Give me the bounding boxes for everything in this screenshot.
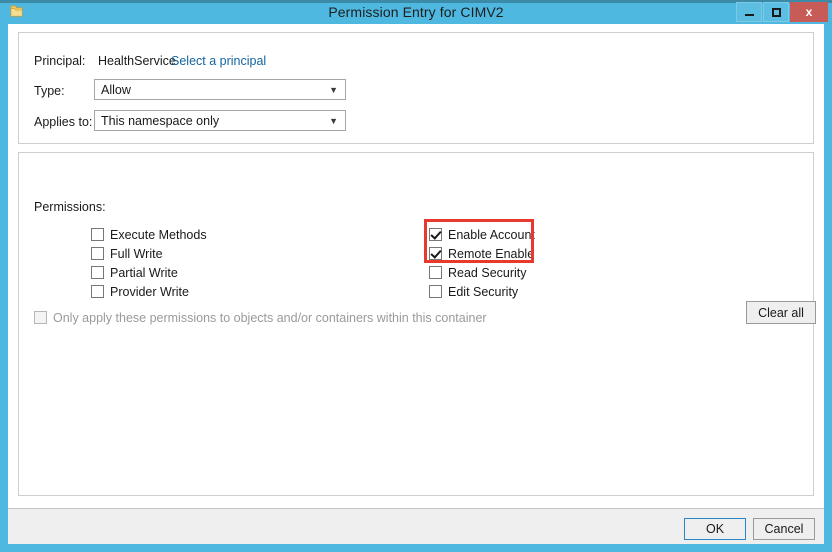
window-bottom-edge [0, 544, 832, 552]
principal-label: Principal: [34, 54, 86, 68]
checkbox-provider-write[interactable]: Provider Write [91, 282, 189, 301]
maximize-button[interactable] [763, 2, 789, 22]
applies-to-selected-value: This namespace only [101, 114, 220, 128]
cancel-button[interactable]: Cancel [753, 518, 815, 540]
checkbox-label: Remote Enable [448, 246, 535, 261]
checkbox-remote-enable[interactable]: Remote Enable [429, 244, 534, 263]
window-title: Permission Entry for CIMV2 [328, 4, 504, 20]
chevron-down-icon: ▼ [329, 84, 338, 95]
checkbox-read-security[interactable]: Read Security [429, 263, 527, 282]
checkbox-label: Full Write [110, 246, 163, 261]
select-a-principal-link[interactable]: Select a principal [171, 53, 266, 69]
applies-to-dropdown[interactable]: This namespace only ▼ [94, 110, 346, 131]
type-dropdown[interactable]: Allow ▼ [94, 79, 346, 100]
checkbox-box [429, 247, 442, 260]
checkbox-box [429, 228, 442, 241]
checkbox-box [91, 285, 104, 298]
maximize-icon [764, 3, 788, 21]
permission-entry-window: Permission Entry for CIMV2 x Principal: … [0, 0, 832, 552]
type-selected-value: Allow [101, 83, 131, 97]
permissions-group: Permissions: Execute Methods Full Write … [18, 152, 816, 496]
checkbox-label: Execute Methods [110, 227, 207, 242]
principal-group: Principal: HealthService Select a princi… [18, 32, 814, 144]
minimize-button[interactable] [736, 2, 762, 22]
applies-to-label: Applies to: [34, 115, 93, 129]
dialog-content: Principal: HealthService Select a princi… [8, 24, 824, 508]
checkbox-box [429, 266, 442, 279]
title-bar[interactable]: Permission Entry for CIMV2 x [0, 0, 832, 24]
clear-all-button[interactable]: Clear all [746, 301, 816, 324]
checkbox-label: Partial Write [110, 265, 178, 280]
checkbox-edit-security[interactable]: Edit Security [429, 282, 518, 301]
dialog-footer: OK Cancel [8, 509, 824, 544]
principal-value: HealthService [98, 54, 176, 68]
checkbox-box [429, 285, 442, 298]
checkbox-box [91, 228, 104, 241]
checkbox-label: Read Security [448, 265, 527, 280]
checkbox-box [91, 266, 104, 279]
checkbox-label: Edit Security [448, 284, 519, 299]
minimize-icon [737, 3, 761, 21]
checkbox-partial-write[interactable]: Partial Write [91, 263, 178, 282]
close-icon: x [805, 5, 813, 19]
checkbox-enable-account[interactable]: Enable Account [429, 225, 535, 244]
checkbox-execute-methods[interactable]: Execute Methods [91, 225, 207, 244]
ok-button[interactable]: OK [684, 518, 746, 540]
checkbox-box [91, 247, 104, 260]
type-label: Type: [34, 84, 65, 98]
checkbox-label: Provider Write [110, 284, 189, 299]
checkbox-box [34, 311, 47, 324]
dialog-body: Principal: HealthService Select a princi… [8, 24, 824, 544]
chevron-down-icon: ▼ [329, 115, 338, 126]
permissions-label: Permissions: [34, 200, 106, 214]
checkbox-full-write[interactable]: Full Write [91, 244, 163, 263]
close-button[interactable]: x [790, 2, 828, 22]
checkbox-label: Enable Account [448, 227, 535, 242]
checkbox-label: Only apply these permissions to objects … [53, 310, 487, 325]
checkbox-only-apply-to-container[interactable]: Only apply these permissions to objects … [34, 308, 487, 327]
